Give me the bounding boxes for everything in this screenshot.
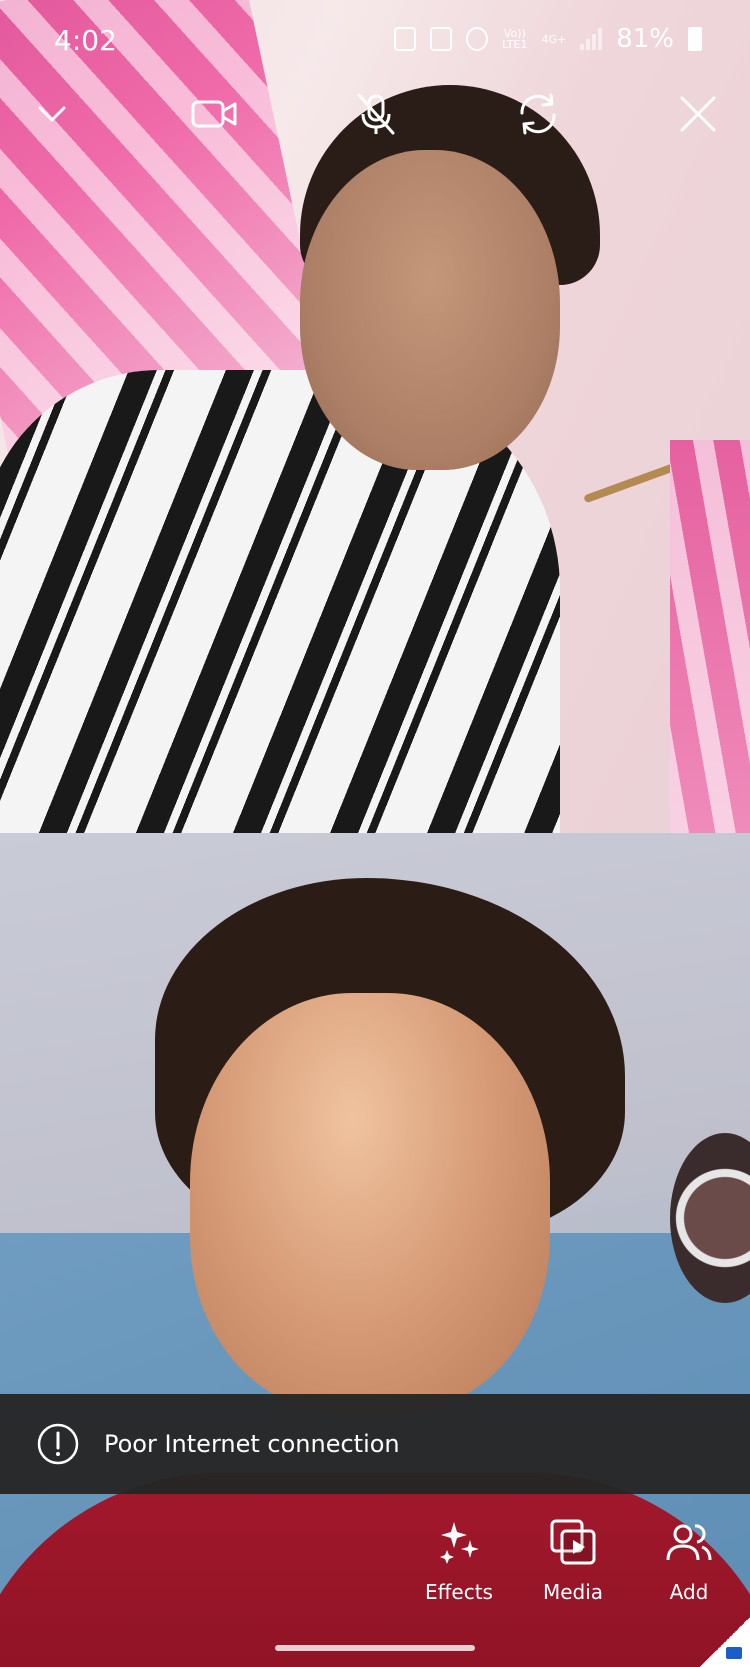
upload-badge [700,1617,750,1667]
upload-notification-icon [394,27,417,51]
toast-message: Poor Internet connection [104,1430,400,1458]
battery-percent: 81% [616,24,674,54]
network-indicator: Vo)) LTE1 [502,28,527,50]
add-label: Add [669,1580,709,1604]
call-toolbar [0,86,750,142]
video-camera-icon [191,100,237,128]
connection-warning-toast: Poor Internet connection [0,1394,750,1494]
participant-face [300,150,560,470]
battery-icon [688,27,702,51]
media-button[interactable]: Media [518,1510,628,1604]
end-call-button[interactable] [670,86,726,142]
add-people-icon [666,1524,712,1561]
media-label: Media [542,1580,604,1604]
background-curtain-right [670,440,750,833]
status-time: 4:02 [54,24,117,57]
status-icons: Vo)) LTE1 4G+ 81% [394,24,702,54]
lte-label: LTE1 [502,38,528,51]
minimize-call-button[interactable] [24,86,80,142]
data-type-label: 4G+ [541,32,567,46]
add-people-button[interactable]: Add [634,1510,744,1604]
alarm-icon [466,27,489,51]
mic-off-icon [357,93,395,135]
bottom-actions: Effects Media Add [0,1510,750,1630]
switch-camera-button[interactable] [510,86,566,142]
toggle-video-button[interactable] [186,86,242,142]
toggle-mic-button[interactable] [348,86,404,142]
upload-icon [726,1647,742,1659]
status-bar: 4:02 Vo)) LTE1 4G+ 81% [0,0,750,86]
home-indicator[interactable] [275,1645,475,1651]
recycle-notification-icon [430,27,453,51]
effects-label: Effects [425,1580,493,1604]
close-icon [680,96,716,132]
switch-camera-icon [520,93,556,135]
sparkles-icon [440,1522,479,1564]
signal-icon [580,28,603,50]
media-icon [550,1519,596,1565]
participant-face [190,993,550,1413]
effects-button[interactable]: Effects [404,1510,514,1604]
alert-circle-icon [37,1423,79,1465]
chevron-down-icon [38,106,66,122]
